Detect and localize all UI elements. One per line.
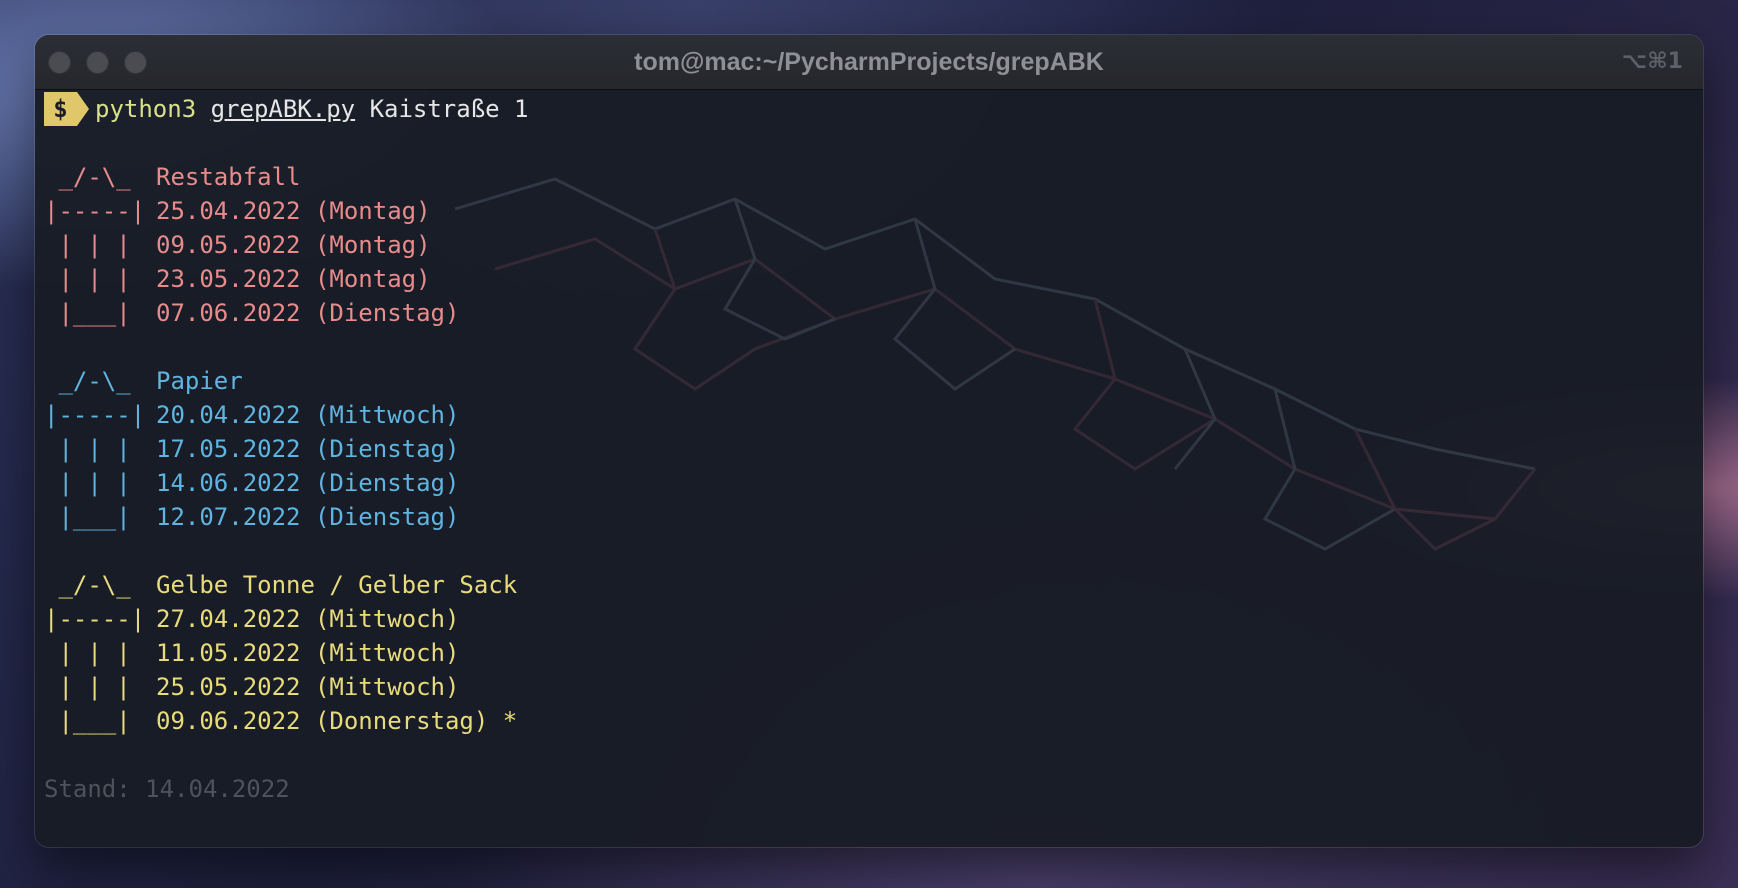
bin-art-line: |___| — [44, 707, 146, 735]
bin-header: _/-\_ Gelbe Tonne / Gelber Sack — [44, 568, 1694, 602]
pickup-date: 11.05.2022 (Mittwoch) — [156, 639, 460, 667]
bin-date-row: | | | 17.05.2022 (Dienstag) — [44, 432, 1694, 466]
pickup-date: 07.06.2022 (Dienstag) — [156, 299, 460, 327]
pickup-date: 09.05.2022 (Montag) — [156, 231, 431, 259]
pickup-date: 14.06.2022 (Dienstag) — [156, 469, 460, 497]
bin-art-line: |-----| — [44, 605, 146, 633]
pickup-date: 27.04.2022 (Mittwoch) — [156, 605, 460, 633]
bin-date-row: |-----| 20.04.2022 (Mittwoch) — [44, 398, 1694, 432]
bin-art-line: | | | — [44, 265, 146, 293]
tab-shortcut-label: ⌥⌘1 — [1621, 49, 1683, 74]
bin-art-line: | | | — [44, 469, 146, 497]
bin-art-line: | | | — [44, 435, 146, 463]
bin-block-papier: _/-\_ Papier |-----| 20.04.2022 (Mittwoch… — [44, 364, 1694, 534]
bin-art-line: | | | — [44, 231, 146, 259]
bin-art-line: |___| — [44, 503, 146, 531]
bin-art-line: _/-\_ — [44, 163, 146, 191]
prompt-badge: $ — [44, 92, 89, 126]
bin-date-row: | | | 11.05.2022 (Mittwoch) — [44, 636, 1694, 670]
bin-art-line: _/-\_ — [44, 367, 146, 395]
bin-name: Gelbe Tonne / Gelber Sack — [156, 571, 518, 599]
bin-art-line: | | | — [44, 673, 146, 701]
pickup-date: 25.04.2022 (Montag) — [156, 197, 431, 225]
bin-name: Papier — [156, 367, 243, 395]
bin-date-row: |___| 09.06.2022 (Donnerstag) * — [44, 704, 1694, 738]
pickup-date: 25.05.2022 (Mittwoch) — [156, 673, 460, 701]
window-title: tom@mac:~/PycharmProjects/grepABK — [634, 48, 1104, 76]
bin-header: _/-\_ Papier — [44, 364, 1694, 398]
bin-date-row: | | | 09.05.2022 (Montag) — [44, 228, 1694, 262]
bin-block-gelbe-tonne: _/-\_ Gelbe Tonne / Gelber Sack |-----| 2… — [44, 568, 1694, 738]
command-args: Kaistraße 1 — [369, 95, 529, 123]
pickup-date: 23.05.2022 (Montag) — [156, 265, 431, 293]
pickup-date: 20.04.2022 (Mittwoch) — [156, 401, 460, 429]
bin-date-row: | | | 25.05.2022 (Mittwoch) — [44, 670, 1694, 704]
title-bar[interactable]: tom@mac:~/PycharmProjects/grepABK ⌥⌘1 — [35, 35, 1703, 90]
bin-date-row: | | | 23.05.2022 (Montag) — [44, 262, 1694, 296]
bin-date-row: |-----| 27.04.2022 (Mittwoch) — [44, 602, 1694, 636]
terminal-output[interactable]: $ python3 grepABK.py Kaistraße 1 _/-\_ Re… — [44, 92, 1694, 806]
bin-name: Restabfall — [156, 163, 301, 191]
bin-header: _/-\_ Restabfall — [44, 160, 1694, 194]
script-name: grepABK.py — [210, 95, 356, 123]
bin-date-row: |___| 12.07.2022 (Dienstag) — [44, 500, 1694, 534]
bin-block-restabfall: _/-\_ Restabfall |-----| 25.04.2022 (Mont… — [44, 160, 1694, 330]
command-line: $ python3 grepABK.py Kaistraße 1 — [44, 92, 1694, 126]
command-name: python3 — [95, 95, 197, 123]
bin-art-line: |___| — [44, 299, 146, 327]
bin-art-line: _/-\_ — [44, 571, 146, 599]
bin-date-row: | | | 14.06.2022 (Dienstag) — [44, 466, 1694, 500]
bin-date-row: |___| 07.06.2022 (Dienstag) — [44, 296, 1694, 330]
bin-art-line: |-----| — [44, 197, 146, 225]
pickup-date: 09.06.2022 (Donnerstag) * — [156, 707, 518, 735]
bin-art-line: | | | — [44, 639, 146, 667]
terminal-window[interactable]: tom@mac:~/PycharmProjects/grepABK ⌥⌘1 $ p… — [35, 35, 1703, 847]
bin-art-line: |-----| — [44, 401, 146, 429]
status-footer: Stand: 14.04.2022 — [44, 775, 290, 803]
pickup-date: 12.07.2022 (Dienstag) — [156, 503, 460, 531]
bin-date-row: |-----| 25.04.2022 (Montag) — [44, 194, 1694, 228]
pickup-date: 17.05.2022 (Dienstag) — [156, 435, 460, 463]
